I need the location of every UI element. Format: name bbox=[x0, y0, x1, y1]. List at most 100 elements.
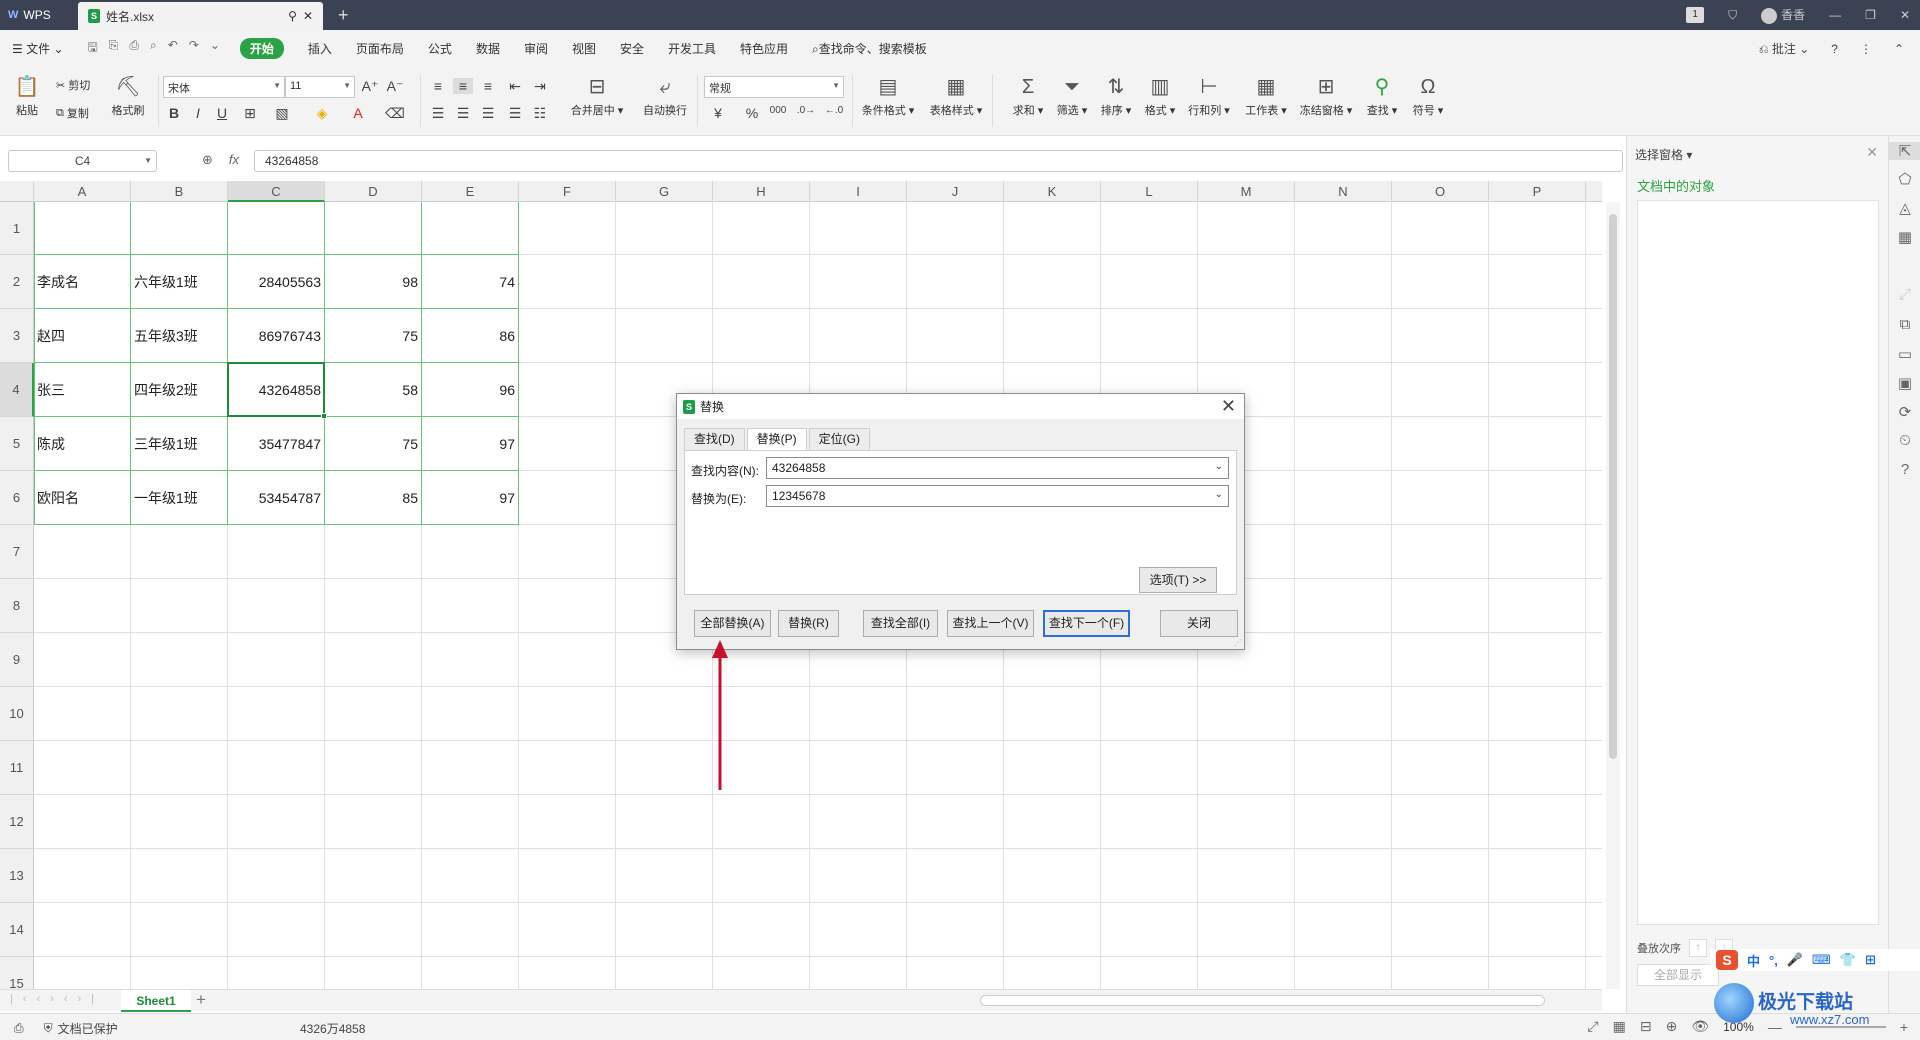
comment-button[interactable]: ⎌ 批注 ⌄ bbox=[1759, 40, 1809, 57]
cell-e2[interactable]: 74 bbox=[422, 255, 518, 309]
cell-a4[interactable]: 张三 bbox=[34, 363, 130, 417]
archive-icon[interactable]: ▭ bbox=[1889, 345, 1920, 363]
cell-e6[interactable]: 97 bbox=[422, 471, 518, 525]
replace-all-button[interactable]: 全部替换(A) bbox=[694, 610, 771, 637]
menu-formulas[interactable]: 公式 bbox=[428, 40, 452, 57]
chevron-down-icon[interactable]: ⌄ bbox=[1215, 461, 1223, 472]
column-header-k[interactable]: K bbox=[1004, 181, 1101, 202]
column-header-n[interactable]: N bbox=[1295, 181, 1392, 202]
sync-icon[interactable]: ⟳ bbox=[1889, 403, 1920, 421]
freeze-panes-button[interactable]: ⊞ 冻结窗格 ▾ bbox=[1298, 75, 1354, 118]
column-header-j[interactable]: J bbox=[907, 181, 1004, 202]
skin-icon[interactable]: ⛉ bbox=[1728, 8, 1737, 23]
column-header-l[interactable]: L bbox=[1101, 181, 1198, 202]
backup-icon[interactable]: ⧉ bbox=[1889, 316, 1920, 333]
more-icon[interactable]: ⋮ bbox=[1860, 42, 1872, 56]
close-pane-icon[interactable]: ✕ bbox=[1866, 144, 1878, 161]
column-header-c[interactable]: C bbox=[228, 181, 325, 202]
align-left-icon[interactable]: ☰ bbox=[428, 105, 448, 122]
grid-icon[interactable]: ⊞ bbox=[1865, 952, 1876, 968]
wrap-text-button[interactable]: ⤶ 自动换行 bbox=[637, 75, 693, 118]
add-sheet-button[interactable]: + bbox=[196, 990, 206, 1010]
column-header-f[interactable]: F bbox=[519, 181, 616, 202]
help-circle-icon[interactable]: ? bbox=[1889, 461, 1920, 478]
row-header-2[interactable]: 2 bbox=[0, 255, 34, 309]
column-header-d[interactable]: D bbox=[325, 181, 422, 202]
column-header-e[interactable]: E bbox=[422, 181, 519, 202]
tab-replace[interactable]: 替换(P) bbox=[746, 428, 807, 451]
decrease-indent-icon[interactable]: ⇤ bbox=[505, 78, 525, 95]
decrease-decimal-icon[interactable]: ←.0 bbox=[824, 105, 844, 116]
cell-d5[interactable]: 75 bbox=[325, 417, 421, 471]
sheet-tab-sheet1[interactable]: Sheet1 bbox=[121, 990, 191, 1012]
menu-home[interactable]: 开始 bbox=[239, 38, 284, 59]
reading-mode-icon[interactable]: 👁 bbox=[1691, 1018, 1709, 1035]
row-header-13[interactable]: 13 bbox=[0, 849, 34, 903]
cell-b3[interactable]: 五年级3班 bbox=[131, 309, 227, 363]
select-all-corner[interactable] bbox=[0, 181, 34, 202]
menu-insert[interactable]: 插入 bbox=[308, 40, 332, 57]
column-header-a[interactable]: A bbox=[34, 181, 131, 202]
paste-button[interactable]: 📋 粘贴 bbox=[10, 75, 44, 118]
cell-b2[interactable]: 六年级1班 bbox=[131, 255, 227, 309]
replace-with-input[interactable]: 12345678 ⌄ bbox=[766, 485, 1229, 507]
worksheet-button[interactable]: ▦ 工作表 ▾ bbox=[1242, 75, 1290, 118]
align-middle-icon[interactable]: ≡ bbox=[453, 78, 473, 94]
filter-button[interactable]: ⏷ 筛选 ▾ bbox=[1052, 75, 1092, 118]
align-bottom-icon[interactable]: ≡ bbox=[478, 78, 498, 94]
ime-char[interactable]: 中 bbox=[1747, 951, 1760, 970]
name-box[interactable]: C4 ▼ bbox=[8, 150, 157, 172]
cell-e3[interactable]: 86 bbox=[422, 309, 518, 363]
close-button[interactable]: 关闭 bbox=[1160, 610, 1238, 637]
cell-e4[interactable]: 96 bbox=[422, 363, 518, 417]
bold-icon[interactable]: B bbox=[164, 105, 184, 121]
vertical-scrollbar[interactable] bbox=[1606, 202, 1620, 989]
cell-d2[interactable]: 98 bbox=[325, 255, 421, 309]
number-format-select[interactable]: 常规 ▼ bbox=[704, 76, 844, 98]
formula-input[interactable]: 43264858 bbox=[254, 150, 1623, 172]
doc-protect-status[interactable]: ⛨ 文档已保护 bbox=[44, 1020, 118, 1037]
dialog-titlebar[interactable]: S 替换 bbox=[677, 394, 1244, 419]
sum-button[interactable]: Σ 求和 ▾ bbox=[1008, 75, 1048, 118]
sort-button[interactable]: ⇅ 排序 ▾ bbox=[1096, 75, 1136, 118]
options-button[interactable]: 选项(T) >> bbox=[1139, 567, 1217, 593]
tab-find[interactable]: 查找(D) bbox=[684, 428, 745, 450]
horizontal-scrollbar[interactable] bbox=[980, 995, 1545, 1006]
file-menu[interactable]: ☰ 文件 ⌄ bbox=[12, 40, 64, 57]
cell-a3[interactable]: 赵四 bbox=[34, 309, 130, 363]
shapes-icon[interactable]: ⬠ bbox=[1889, 170, 1920, 188]
save-icon[interactable]: 🖫 bbox=[88, 38, 98, 59]
page-layout-view-icon[interactable]: ⊟ bbox=[1640, 1018, 1652, 1035]
export-icon[interactable]: ⎘ bbox=[109, 38, 119, 59]
file-tab[interactable]: S 姓名.xlsx ⚲ ✕ bbox=[78, 2, 323, 30]
select-objects-icon[interactable]: ⇱ bbox=[1889, 142, 1920, 160]
cell-c2[interactable]: 28405563 bbox=[228, 255, 324, 309]
cell-c6[interactable]: 53454787 bbox=[228, 471, 324, 525]
underline-icon[interactable]: U bbox=[212, 105, 232, 121]
picture-icon[interactable]: ▣ bbox=[1889, 374, 1920, 392]
scrollbar-thumb[interactable] bbox=[1609, 214, 1617, 759]
page-indicator[interactable]: 1 bbox=[1686, 7, 1705, 23]
styles-icon[interactable]: ◬ bbox=[1889, 199, 1920, 217]
print-icon[interactable]: ⎙ bbox=[129, 38, 139, 59]
format-button[interactable]: ▥ 格式 ▾ bbox=[1140, 75, 1180, 118]
cell-b5[interactable]: 三年级1班 bbox=[131, 417, 227, 471]
redo-icon[interactable]: ↷ bbox=[189, 38, 199, 59]
collapse-ribbon-icon[interactable]: ⌃ bbox=[1894, 42, 1904, 56]
show-all-button[interactable]: 全部显示 bbox=[1637, 964, 1719, 986]
wps-home-tab[interactable]: W WPS bbox=[0, 0, 75, 30]
cell-d4[interactable]: 58 bbox=[325, 363, 421, 417]
help-icon[interactable]: ? bbox=[1831, 42, 1838, 56]
zoom-formula-icon[interactable]: ⊕ bbox=[202, 152, 213, 168]
table-icon[interactable]: ▦ bbox=[1889, 228, 1920, 246]
replace-button[interactable]: 替换(R) bbox=[778, 610, 839, 637]
customize-icon[interactable]: ⌄ bbox=[210, 38, 220, 59]
italic-icon[interactable]: I bbox=[188, 105, 208, 121]
font-size-select[interactable]: 11 ▼ bbox=[285, 76, 355, 98]
close-tab-icon[interactable]: ✕ bbox=[303, 9, 313, 23]
menu-special[interactable]: 特色应用 bbox=[740, 40, 788, 57]
column-header-m[interactable]: M bbox=[1198, 181, 1295, 202]
find-what-input[interactable]: 43264858 ⌄ bbox=[766, 457, 1229, 479]
cell-b6[interactable]: 一年级1班 bbox=[131, 471, 227, 525]
symbol-button[interactable]: Ω 符号 ▾ bbox=[1408, 75, 1448, 118]
